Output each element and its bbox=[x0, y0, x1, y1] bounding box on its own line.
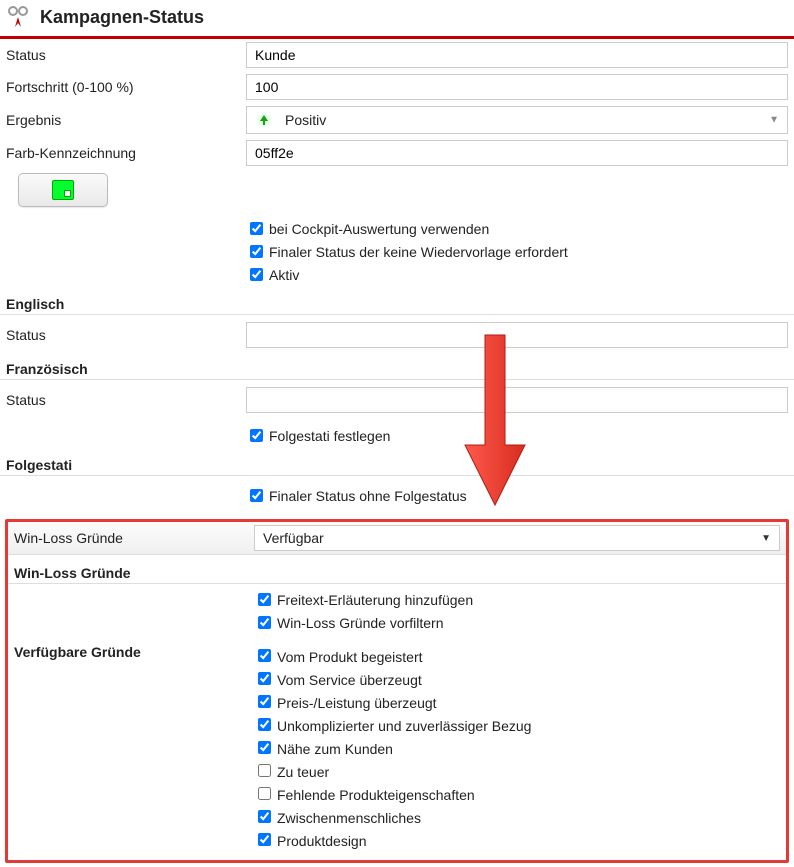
reason-label: Preis-/Leistung überzeugt bbox=[277, 695, 437, 711]
reason-row: Preis-/Leistung überzeugt bbox=[254, 690, 780, 713]
reason-label: Zwischenmenschliches bbox=[277, 810, 421, 826]
active-checkbox[interactable] bbox=[250, 268, 263, 281]
section-french: Französisch bbox=[0, 351, 794, 380]
result-value: Positiv bbox=[285, 112, 326, 128]
winloss-highlight: Win-Loss Gründe Verfügbar ▼ Win-Loss Grü… bbox=[5, 519, 789, 863]
page-header: Kampagnen-Status bbox=[0, 0, 794, 39]
define-followups-label: Folgestati festlegen bbox=[269, 428, 390, 444]
final-no-followups-label: Finaler Status ohne Folgestatus bbox=[269, 488, 467, 504]
english-status-label: Status bbox=[6, 327, 246, 343]
reason-label: Nähe zum Kunden bbox=[277, 741, 393, 757]
prefilter-checkbox-label: Win-Loss Gründe vorfiltern bbox=[277, 615, 444, 631]
color-swatch-icon bbox=[52, 180, 74, 200]
colorcode-input[interactable] bbox=[246, 140, 788, 166]
reason-label: Fehlende Produkteigenschaften bbox=[277, 787, 475, 803]
reason-row: Nähe zum Kunden bbox=[254, 736, 780, 759]
reason-checkbox[interactable] bbox=[258, 649, 271, 662]
reason-label: Vom Produkt begeistert bbox=[277, 649, 423, 665]
winloss-section-title: Win-Loss Gründe bbox=[8, 555, 786, 584]
arrow-up-icon bbox=[255, 111, 273, 129]
french-status-input[interactable] bbox=[246, 387, 788, 413]
cockpit-checkbox[interactable] bbox=[250, 222, 263, 235]
reasons-list: Vom Produkt begeistert Vom Service überze… bbox=[254, 644, 780, 851]
freetext-checkbox[interactable] bbox=[258, 593, 271, 606]
progress-input[interactable] bbox=[246, 74, 788, 100]
english-status-input[interactable] bbox=[246, 322, 788, 348]
reason-checkbox[interactable] bbox=[258, 810, 271, 823]
campaign-status-icon bbox=[6, 4, 32, 30]
status-input[interactable] bbox=[246, 42, 788, 68]
reason-label: Vom Service überzeugt bbox=[277, 672, 422, 688]
final-no-followups-checkbox[interactable] bbox=[250, 489, 263, 502]
cockpit-checkbox-label: bei Cockpit-Auswertung verwenden bbox=[269, 221, 489, 237]
result-label: Ergebnis bbox=[6, 112, 246, 128]
prefilter-checkbox[interactable] bbox=[258, 616, 271, 629]
reason-row: Zu teuer bbox=[254, 759, 780, 782]
reason-checkbox[interactable] bbox=[258, 695, 271, 708]
reason-checkbox[interactable] bbox=[258, 833, 271, 846]
reason-row: Produktdesign bbox=[254, 828, 780, 851]
status-label: Status bbox=[6, 47, 246, 63]
final-nowv-checkbox[interactable] bbox=[250, 245, 263, 258]
reason-label: Unkomplizierter und zuverlässiger Bezug bbox=[277, 718, 531, 734]
reason-row: Vom Produkt begeistert bbox=[254, 644, 780, 667]
result-select[interactable]: Positiv ▼ bbox=[246, 106, 788, 134]
reason-checkbox[interactable] bbox=[258, 718, 271, 731]
reason-row: Unkomplizierter und zuverlässiger Bezug bbox=[254, 713, 780, 736]
section-english: Englisch bbox=[0, 286, 794, 315]
reason-label: Zu teuer bbox=[277, 764, 329, 780]
color-picker-button[interactable] bbox=[18, 173, 108, 207]
chevron-down-icon: ▼ bbox=[761, 533, 771, 544]
winloss-dropdown[interactable]: Verfügbar ▼ bbox=[254, 525, 780, 551]
reason-row: Fehlende Produkteigenschaften bbox=[254, 782, 780, 805]
reason-checkbox[interactable] bbox=[258, 787, 271, 800]
reason-row: Zwischenmenschliches bbox=[254, 805, 780, 828]
reason-label: Produktdesign bbox=[277, 833, 367, 849]
progress-label: Fortschritt (0-100 %) bbox=[6, 79, 246, 95]
winloss-dropdown-label: Win-Loss Gründe bbox=[14, 530, 254, 546]
define-followups-checkbox[interactable] bbox=[250, 429, 263, 442]
page-title: Kampagnen-Status bbox=[40, 7, 204, 28]
section-followups: Folgestati bbox=[0, 447, 794, 476]
french-status-label: Status bbox=[6, 392, 246, 408]
active-checkbox-label: Aktiv bbox=[269, 267, 299, 283]
colorcode-label: Farb-Kennzeichnung bbox=[6, 145, 246, 161]
chevron-down-icon: ▼ bbox=[769, 115, 779, 126]
reason-row: Vom Service überzeugt bbox=[254, 667, 780, 690]
winloss-dropdown-value: Verfügbar bbox=[263, 530, 324, 546]
reason-checkbox[interactable] bbox=[258, 672, 271, 685]
available-reasons-label: Verfügbare Gründe bbox=[14, 644, 254, 660]
reason-checkbox[interactable] bbox=[258, 764, 271, 777]
reason-checkbox[interactable] bbox=[258, 741, 271, 754]
final-nowv-checkbox-label: Finaler Status der keine Wiedervorlage e… bbox=[269, 244, 568, 260]
freetext-checkbox-label: Freitext-Erläuterung hinzufügen bbox=[277, 592, 473, 608]
